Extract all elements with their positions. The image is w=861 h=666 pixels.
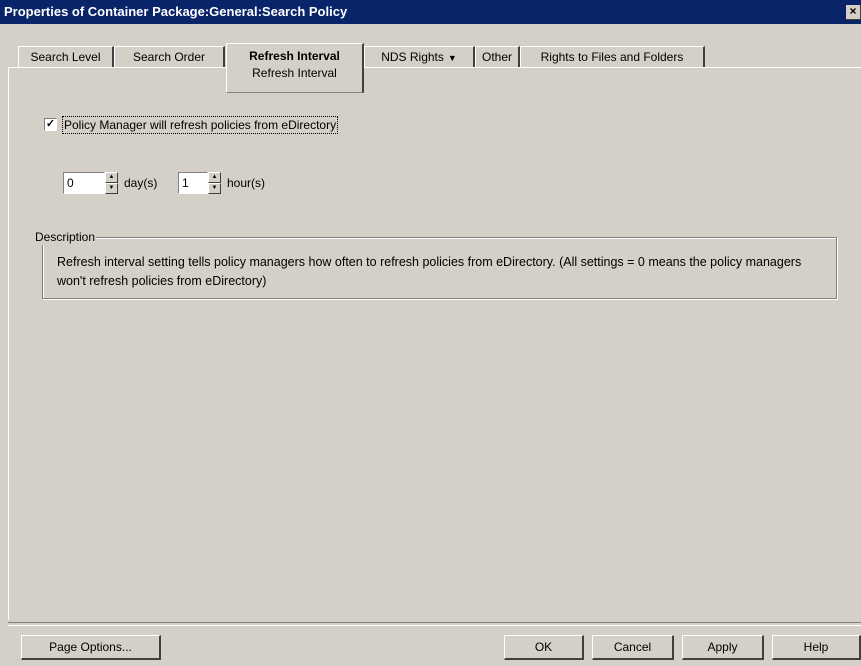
- tab-rights-to-files[interactable]: Rights to Files and Folders: [520, 46, 705, 67]
- window-title: Properties of Container Package:General:…: [4, 4, 348, 19]
- tab-panel: [8, 67, 861, 620]
- properties-dialog: Properties of Container Package:General:…: [0, 0, 861, 666]
- tab-other[interactable]: Other: [475, 46, 520, 67]
- chevron-down-icon[interactable]: ▼: [448, 53, 457, 63]
- close-icon[interactable]: ×: [846, 5, 861, 20]
- tab-nds-rights[interactable]: NDS Rights ▼: [364, 46, 475, 67]
- tab-refresh-interval[interactable]: Refresh Interval Refresh Interval: [226, 43, 364, 93]
- tab-label: Search Level: [30, 50, 101, 64]
- tab-label: Other: [481, 50, 512, 64]
- divider: [8, 622, 861, 626]
- title-bar: Properties of Container Package:General:…: [0, 0, 861, 24]
- tab-search-order[interactable]: Search Order: [114, 46, 225, 67]
- tab-label: Refresh Interval: [249, 49, 340, 63]
- cancel-button[interactable]: Cancel: [592, 635, 674, 660]
- tab-sublabel-refresh-interval[interactable]: Refresh Interval: [227, 65, 362, 81]
- tab-label: Rights to Files and Folders: [540, 50, 684, 64]
- tab-label: Search Order: [132, 50, 206, 64]
- page-options-button[interactable]: Page Options...: [21, 635, 161, 660]
- tab-label: NDS Rights: [381, 50, 444, 64]
- tab-search-level[interactable]: Search Level: [18, 46, 114, 67]
- apply-button[interactable]: Apply: [682, 635, 764, 660]
- help-button[interactable]: Help: [772, 635, 861, 660]
- ok-button[interactable]: OK: [504, 635, 584, 660]
